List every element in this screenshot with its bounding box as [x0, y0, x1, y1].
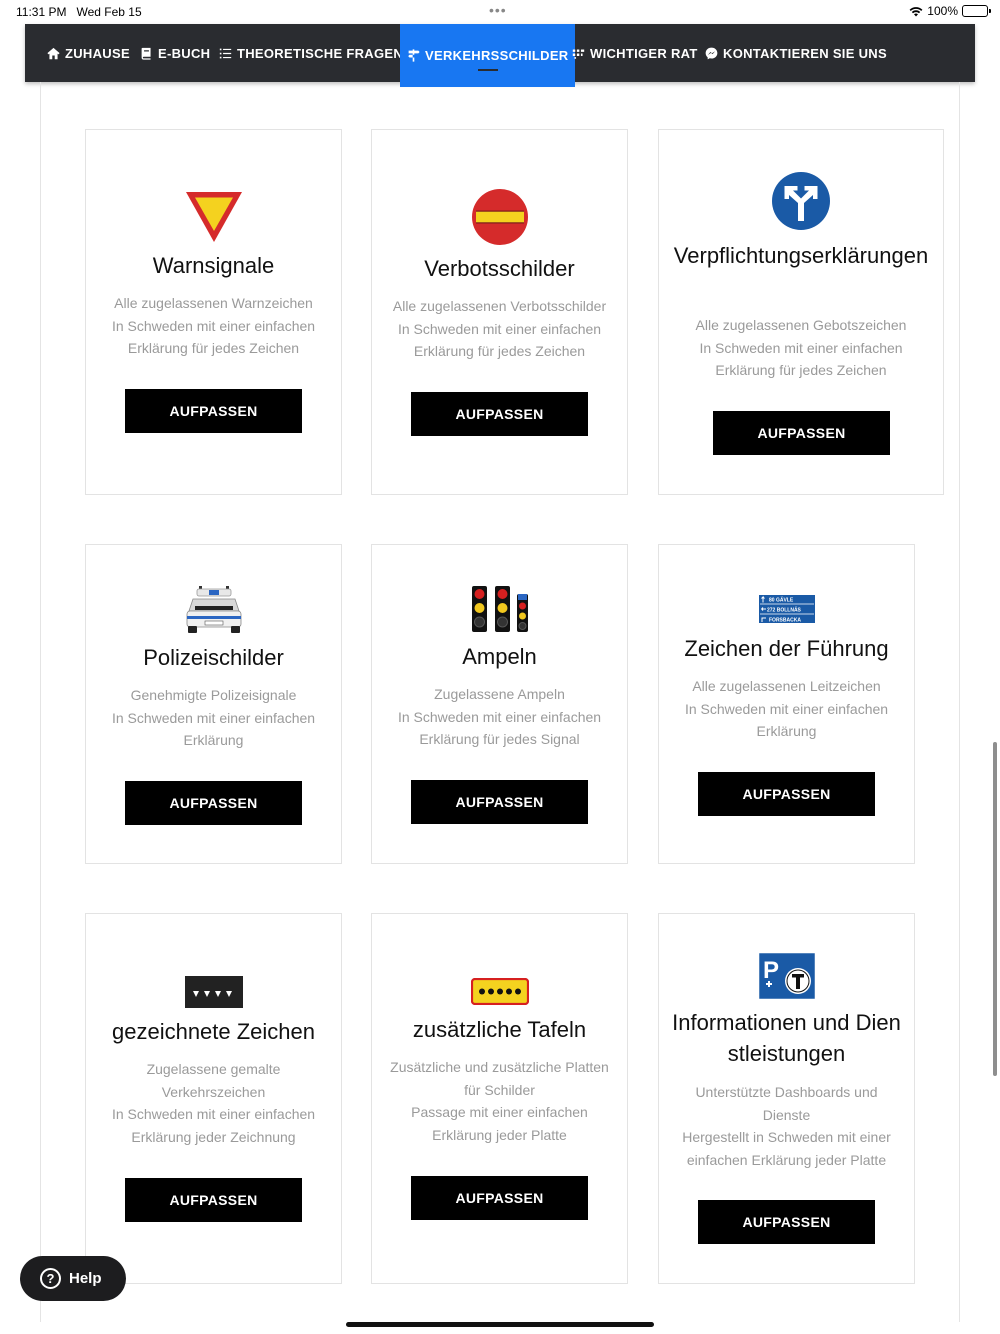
- watch-button[interactable]: AUFPASSEN: [411, 1176, 588, 1220]
- card-title: Verpflichtungserklärungen: [673, 243, 929, 268]
- help-label: Help: [69, 1270, 102, 1287]
- direction-board-icon: 80 GÄVLE 272 BOLLNÄS FORSBACKA: [659, 594, 914, 624]
- content-border-right: [959, 82, 960, 1322]
- nav-item-label: VERKEHRSSCHILDER: [425, 48, 569, 63]
- category-card-prohibition-signs: Verbotsschilder Alle zugelassenen Verbot…: [371, 129, 628, 495]
- card-title: Informationen und Dienstleistungen: [672, 1010, 901, 1066]
- no-entry-sign-icon: [372, 188, 627, 246]
- help-button[interactable]: ? Help: [20, 1256, 126, 1301]
- card-title: Verbotsschilder: [424, 256, 575, 281]
- nav-item-label: E-BUCH: [158, 45, 211, 61]
- nav-item-theory-questions[interactable]: THEORETISCHE FRAGEN: [219, 24, 403, 82]
- nav-item-contact[interactable]: KONTAKTIEREN SIE UNS: [705, 24, 887, 82]
- nav-item-label: KONTAKTIEREN SIE UNS: [723, 45, 887, 61]
- category-card-guidance-signs: 80 GÄVLE 272 BOLLNÄS FORSBACKA Zeichen der…: [658, 544, 915, 864]
- status-bar: 11:31 PM Wed Feb 15 ••• 100%: [0, 0, 1000, 24]
- watch-button[interactable]: AUFPASSEN: [411, 780, 588, 824]
- battery-icon: [962, 5, 991, 17]
- mandatory-direction-sign-icon: [659, 169, 943, 233]
- signpost-icon: [408, 49, 420, 62]
- traffic-lights-icon: [372, 585, 627, 633]
- category-card-traffic-lights: Ampeln Zugelassene Ampeln In Schweden mit…: [371, 544, 628, 864]
- direction-board-text: FORSBACKA: [769, 618, 801, 624]
- status-time: 11:31 PM Wed Feb 15: [16, 5, 142, 19]
- category-card-road-markings: gezeichnete Zeichen Zugelassene gemalte V…: [85, 913, 342, 1284]
- question-mark-icon: ?: [40, 1268, 61, 1289]
- battery-percent: 100%: [927, 4, 958, 18]
- book-icon: [141, 47, 151, 60]
- police-car-icon: [86, 585, 341, 635]
- card-description: Alle zugelassenen Gebotszeichen In Schwed…: [695, 317, 907, 378]
- nav-item-label: THEORETISCHE FRAGEN: [237, 45, 404, 61]
- card-description: Unterstützte Dashboards und Dienste Herges…: [682, 1084, 891, 1168]
- nav-item-home[interactable]: ZUHAUSE: [47, 24, 130, 82]
- card-title: gezeichnete Zeichen: [111, 1019, 316, 1044]
- watch-button[interactable]: AUFPASSEN: [698, 1200, 875, 1244]
- main-nav: ZUHAUSE E-BUCH THEORETISCHE FRAGEN VERKE…: [25, 24, 975, 87]
- nav-item-label: WICHTIGER RAT: [590, 45, 698, 61]
- card-description: Zugelassene gemalte Verkehrszeichen In Sch…: [111, 1061, 316, 1145]
- tips-icon: [572, 48, 585, 59]
- parking-info-sign-icon: P: [659, 952, 914, 1000]
- card-description: Alle zugelassenen Warnzeichen In Schweden…: [111, 295, 316, 356]
- card-description: Alle zugelassenen Verbotsschilder In Schw…: [392, 298, 607, 359]
- card-title: Warnsignale: [152, 253, 275, 278]
- multitasking-dots-icon[interactable]: •••: [489, 2, 507, 18]
- category-card-information-services: P Informationen und Dienstleistungen Unt…: [658, 913, 915, 1284]
- card-description: Genehmigte Polizeisignale In Schweden mit…: [111, 687, 316, 748]
- category-card-police-signs: Polizeischilder Genehmigte Polizeisignal…: [85, 544, 342, 864]
- watch-button[interactable]: AUFPASSEN: [125, 389, 302, 433]
- direction-board-text: 272 BOLLNÄS: [767, 607, 802, 614]
- category-card-additional-plates: zusätzliche Tafeln Zusätzliche und zusät…: [371, 913, 628, 1284]
- direction-board-text: 80 GÄVLE: [769, 597, 794, 604]
- watch-button[interactable]: AUFPASSEN: [125, 1178, 302, 1222]
- nav-item-traffic-signs[interactable]: VERKEHRSSCHILDER: [400, 24, 576, 87]
- status-right: 100%: [909, 4, 991, 18]
- watch-button[interactable]: AUFPASSEN: [698, 772, 875, 816]
- category-card-warning-signs: Warnsignale Alle zugelassenen Warnzeiche…: [85, 129, 342, 495]
- card-title: Ampeln: [462, 644, 537, 669]
- card-title: zusätzliche Tafeln: [412, 1017, 587, 1042]
- nav-item-ebook[interactable]: E-BUCH: [140, 24, 210, 82]
- watch-button[interactable]: AUFPASSEN: [411, 392, 588, 436]
- card-description: Alle zugelassenen Leitzeichen In Schweden…: [684, 678, 889, 739]
- additional-plate-icon: [372, 978, 627, 1005]
- list-icon: [219, 48, 232, 58]
- wifi-icon: [909, 6, 923, 16]
- home-icon: [47, 47, 60, 59]
- svg-text:P: P: [763, 957, 779, 984]
- home-indicator[interactable]: [346, 1322, 654, 1327]
- card-description: Zugelassene Ampeln In Schweden mit einer …: [397, 686, 602, 747]
- watch-button[interactable]: AUFPASSEN: [713, 411, 890, 455]
- card-title: Zeichen der Führung: [684, 636, 889, 661]
- card-description: Zusätzliche und zusätzliche Platten für S…: [390, 1059, 609, 1143]
- scrollbar[interactable]: [993, 742, 997, 1076]
- watch-button[interactable]: AUFPASSEN: [125, 781, 302, 825]
- messenger-icon: [705, 47, 718, 59]
- nav-item-important-advice[interactable]: WICHTIGER RAT: [572, 24, 698, 82]
- road-marking-icon: [86, 976, 341, 1008]
- card-title: Polizeischilder: [143, 645, 284, 670]
- warning-sign-icon: [86, 190, 341, 244]
- content-border-left: [40, 82, 41, 1322]
- category-card-mandatory-signs: Verpflichtungserklärungen Alle zugelasse…: [658, 129, 944, 495]
- nav-item-label: ZUHAUSE: [65, 45, 130, 61]
